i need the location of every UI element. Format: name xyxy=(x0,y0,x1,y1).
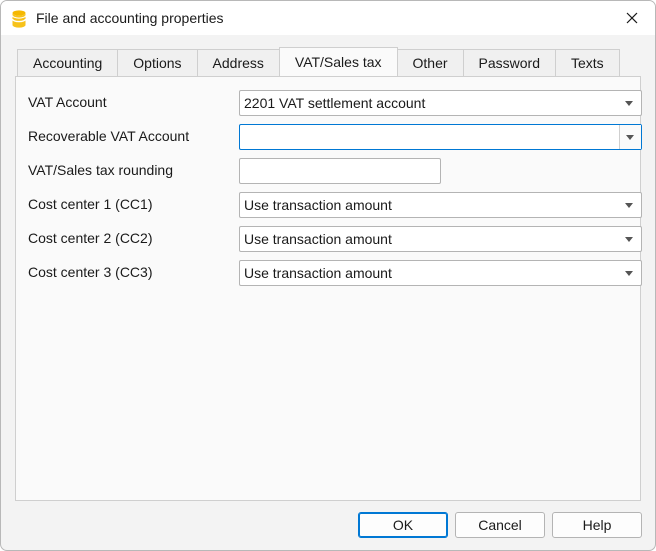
close-button[interactable] xyxy=(609,1,655,35)
cancel-button[interactable]: Cancel xyxy=(455,512,545,538)
cc3-label: Cost center 3 (CC3) xyxy=(28,264,153,280)
vat-account-label: VAT Account xyxy=(28,94,107,110)
properties-dialog: File and accounting properties Accountin… xyxy=(0,0,656,551)
cc2-value: Use transaction amount xyxy=(244,231,392,247)
cc1-label: Cost center 1 (CC1) xyxy=(28,196,153,212)
vat-account-value: 2201 VAT settlement account xyxy=(244,95,426,111)
title-bar: File and accounting properties xyxy=(1,1,655,35)
cc3-value: Use transaction amount xyxy=(244,265,392,281)
close-icon xyxy=(626,12,638,24)
vat-rounding-field[interactable] xyxy=(239,158,441,184)
cc2-label: Cost center 2 (CC2) xyxy=(28,230,153,246)
vat-rounding-label: VAT/Sales tax rounding xyxy=(28,162,174,178)
chevron-down-icon xyxy=(625,101,633,106)
recoverable-vat-dropdown-button[interactable] xyxy=(619,125,641,149)
cc2-select[interactable]: Use transaction amount xyxy=(239,226,642,252)
tab-password[interactable]: Password xyxy=(462,49,556,76)
tab-address[interactable]: Address xyxy=(196,49,280,76)
recoverable-vat-combo[interactable] xyxy=(239,124,642,150)
vat-settings-panel: VAT Account 2201 VAT settlement account … xyxy=(15,76,642,501)
recoverable-vat-label: Recoverable VAT Account xyxy=(28,128,190,144)
tab-accounting[interactable]: Accounting xyxy=(17,49,119,76)
chevron-down-icon xyxy=(625,237,633,242)
chevron-down-icon xyxy=(625,271,633,276)
window-title: File and accounting properties xyxy=(36,10,224,26)
ok-button[interactable]: OK xyxy=(358,512,448,538)
cc3-select[interactable]: Use transaction amount xyxy=(239,260,642,286)
cc1-value: Use transaction amount xyxy=(244,197,392,213)
database-app-icon xyxy=(11,10,27,28)
chevron-down-icon xyxy=(626,135,634,140)
tab-options[interactable]: Options xyxy=(117,49,198,76)
cc1-select[interactable]: Use transaction amount xyxy=(239,192,642,218)
tab-texts[interactable]: Texts xyxy=(555,49,620,76)
tab-other[interactable]: Other xyxy=(396,49,464,76)
help-button[interactable]: Help xyxy=(552,512,642,538)
tab-vat-sales-tax[interactable]: VAT/Sales tax xyxy=(278,47,398,76)
vat-rounding-input[interactable] xyxy=(240,159,440,183)
recoverable-vat-input[interactable] xyxy=(240,125,618,149)
chevron-down-icon xyxy=(625,203,633,208)
tab-bar: Accounting Options Address VAT/Sales tax… xyxy=(17,47,620,76)
vat-account-select[interactable]: 2201 VAT settlement account xyxy=(239,90,642,116)
